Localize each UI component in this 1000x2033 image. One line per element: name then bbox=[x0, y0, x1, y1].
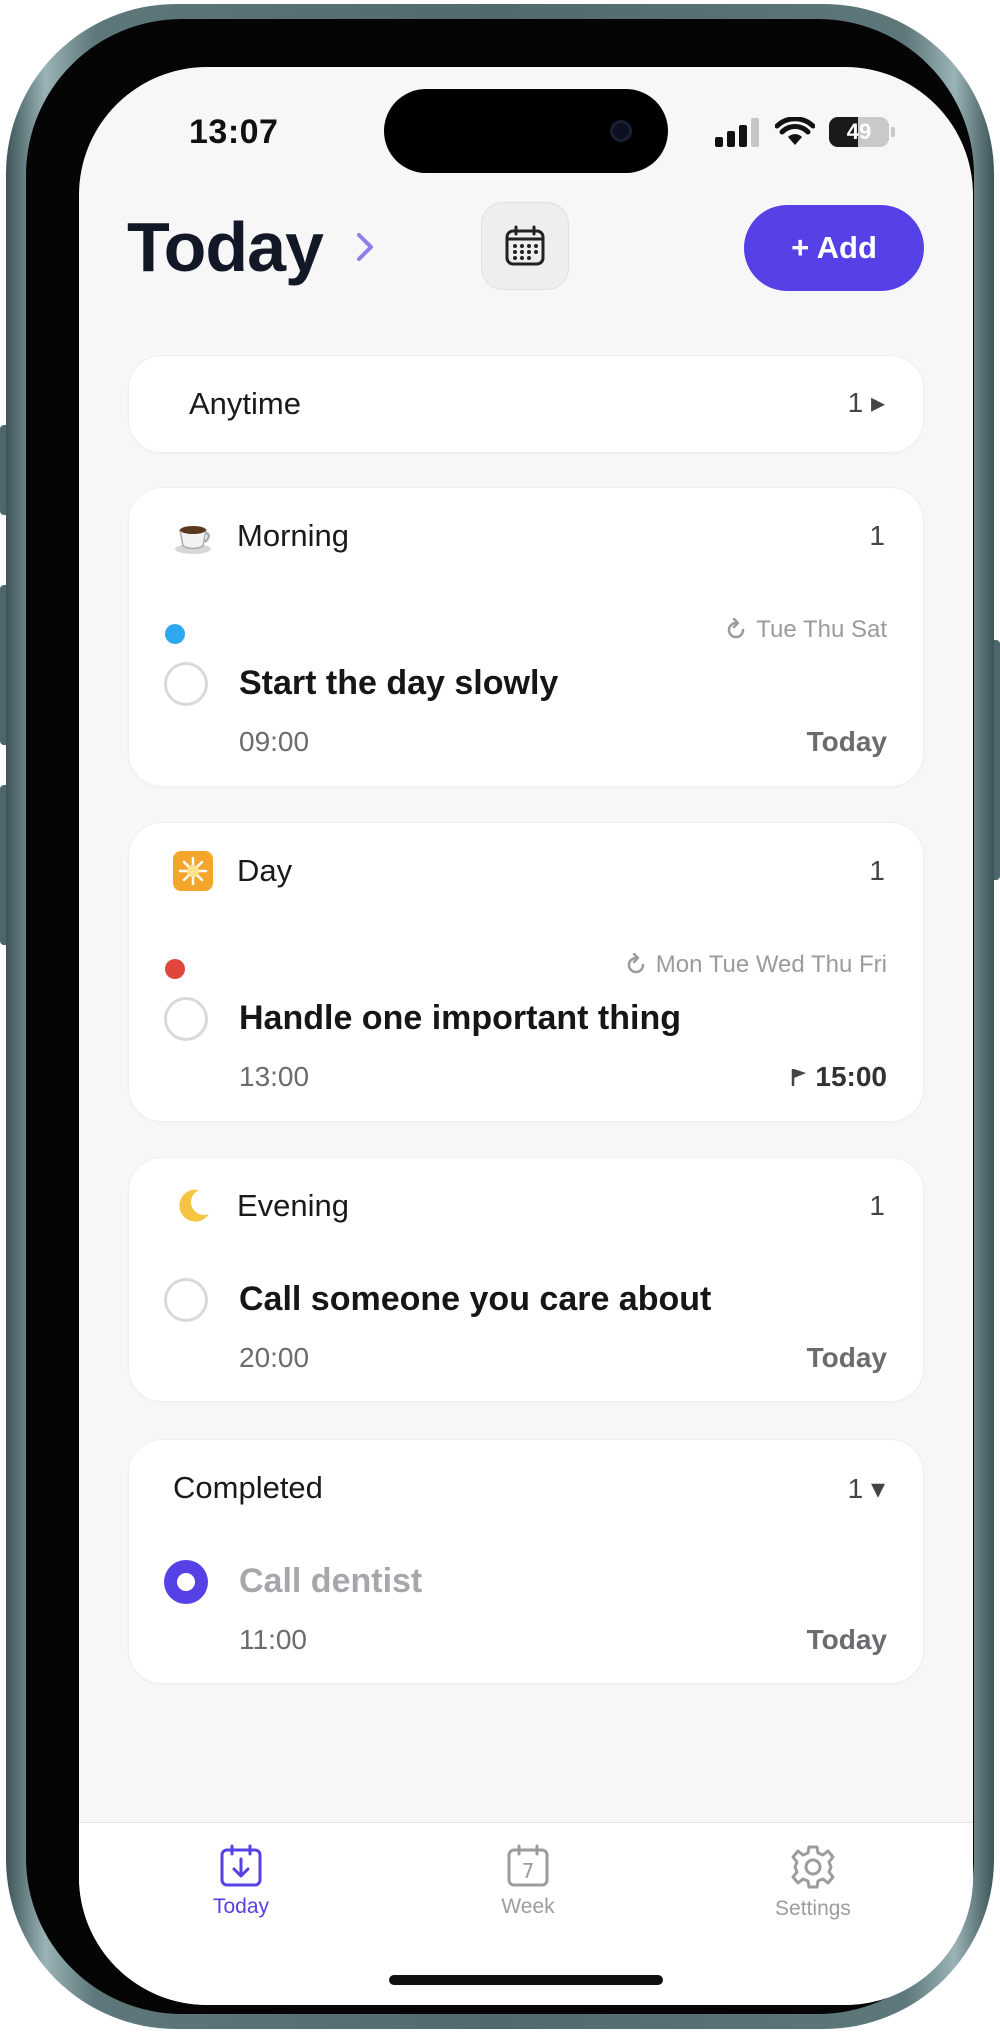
home-indicator bbox=[389, 1975, 663, 1985]
wifi-icon bbox=[775, 117, 815, 145]
section-evening: Evening 1 Call someone you care about 20… bbox=[128, 1157, 924, 1402]
task-title[interactable]: Handle one important thing bbox=[239, 999, 681, 1038]
task-deadline-time: 15:00 bbox=[815, 1061, 887, 1092]
calendar-download-icon bbox=[220, 1844, 262, 1887]
task-title[interactable]: Call someone you care about bbox=[239, 1280, 711, 1319]
task-time: 09:00 bbox=[239, 726, 310, 757]
tab-label: Week bbox=[501, 1895, 555, 1918]
task-checkbox[interactable] bbox=[164, 997, 208, 1041]
task-time: 20:00 bbox=[239, 1342, 310, 1373]
battery-icon: 49 bbox=[829, 117, 889, 147]
flag-icon bbox=[792, 1069, 807, 1086]
section-count[interactable]: 1 ▾ bbox=[848, 1472, 885, 1505]
cellular-signal-icon bbox=[715, 118, 759, 147]
section-title: Day bbox=[237, 853, 293, 888]
tab-settings[interactable]: Settings bbox=[733, 1843, 893, 1921]
battery-percent: 49 bbox=[846, 119, 872, 144]
phone-frame: 13:07 49 Today + Add Anytime 1 ▸ Morning… bbox=[6, 4, 994, 2029]
status-icons: 49 bbox=[715, 117, 895, 147]
section-count: 1 bbox=[869, 855, 885, 886]
task-due: Today bbox=[806, 1624, 887, 1655]
task-due: Today bbox=[806, 1342, 887, 1373]
checked-indicator bbox=[177, 1573, 195, 1591]
battery-tip bbox=[891, 127, 895, 137]
coffee-cup-icon bbox=[175, 526, 211, 554]
section-title: Completed bbox=[173, 1470, 323, 1505]
repeat-icon bbox=[627, 953, 645, 974]
tab-week[interactable]: 7 Week bbox=[448, 1843, 608, 1919]
task-deadline: 15:00 bbox=[791, 1061, 887, 1093]
tab-label: Today bbox=[212, 1895, 270, 1918]
repeat-days: Mon Tue Wed Thu Fri bbox=[624, 951, 887, 979]
task-title[interactable]: Call dentist bbox=[239, 1562, 422, 1601]
category-dot bbox=[165, 624, 185, 644]
status-time: 13:07 bbox=[189, 113, 279, 151]
section-title: Morning bbox=[237, 518, 349, 553]
calendar-button[interactable] bbox=[481, 202, 569, 290]
section-morning: Morning 1 Tue Thu Sat Start the day slow… bbox=[128, 487, 924, 787]
app-screen: 13:07 49 Today + Add Anytime 1 ▸ Morning… bbox=[79, 67, 973, 2005]
crescent-moon-icon bbox=[179, 1189, 209, 1222]
phone-bezel: 13:07 49 Today + Add Anytime 1 ▸ Morning… bbox=[26, 19, 974, 2014]
tab-label: Settings bbox=[775, 1897, 851, 1920]
camera-icon bbox=[610, 120, 632, 142]
task-time: 11:00 bbox=[239, 1624, 307, 1655]
calendar-icon bbox=[505, 225, 545, 266]
section-day: Day 1 Mon Tue Wed Thu Fri Handle one imp… bbox=[128, 822, 924, 1122]
task-title[interactable]: Start the day slowly bbox=[239, 664, 558, 703]
section-anytime[interactable]: Anytime 1 ▸ bbox=[128, 355, 924, 453]
repeat-icon bbox=[728, 618, 745, 639]
gear-icon bbox=[791, 1845, 835, 1889]
category-dot bbox=[165, 959, 185, 979]
task-checkbox[interactable] bbox=[164, 662, 208, 706]
tab-today[interactable]: Today bbox=[161, 1843, 321, 1919]
add-task-button[interactable]: + Add bbox=[744, 205, 924, 291]
week-icon-number: 7 bbox=[522, 1859, 535, 1883]
chevron-right-icon[interactable] bbox=[347, 229, 383, 265]
repeat-days: Tue Thu Sat bbox=[724, 616, 887, 644]
section-title: Evening bbox=[237, 1188, 350, 1223]
repeat-days-label: Mon Tue Wed Thu Fri bbox=[655, 951, 887, 978]
page-title[interactable]: Today bbox=[127, 207, 324, 287]
section-count: 1 bbox=[869, 520, 885, 551]
task-checkbox-checked[interactable] bbox=[164, 1560, 208, 1604]
task-time: 13:00 bbox=[239, 1061, 310, 1092]
section-title: Anytime bbox=[189, 386, 301, 421]
task-checkbox[interactable] bbox=[164, 1278, 208, 1322]
repeat-days-label: Tue Thu Sat bbox=[756, 616, 887, 643]
section-count: 1 bbox=[869, 1190, 885, 1221]
section-completed: Completed 1 ▾ Call dentist 11:00 Today bbox=[128, 1439, 924, 1684]
dynamic-island bbox=[384, 89, 668, 173]
section-count[interactable]: 1 ▸ bbox=[848, 386, 885, 419]
task-due: Today bbox=[806, 726, 887, 757]
sun-icon bbox=[173, 851, 213, 891]
calendar-week-icon: 7 bbox=[507, 1844, 549, 1887]
